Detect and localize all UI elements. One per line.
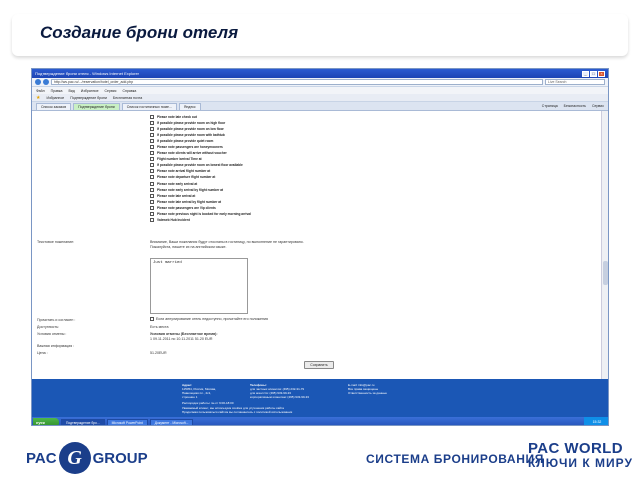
start-button[interactable]: пуск: [33, 417, 59, 425]
menu-view[interactable]: Вид: [68, 89, 74, 93]
checkbox[interactable]: [150, 181, 154, 186]
checkbox[interactable]: [150, 217, 154, 222]
wishes-textarea[interactable]: Just married: [150, 258, 248, 314]
checkbox[interactable]: [150, 127, 154, 132]
address-bar: http://ws.pac.ru/.../reservation/hotel_o…: [32, 78, 608, 87]
tab-yandex[interactable]: Яндекс: [178, 103, 201, 110]
agree-row[interactable]: Если аннулирование отель недоступно, про…: [150, 317, 268, 321]
wishes-label: Текстовое пожелание:: [37, 240, 75, 244]
checkbox[interactable]: [150, 139, 154, 144]
availability-value: Есть места: [150, 325, 169, 329]
g-logo-icon: G: [58, 442, 91, 474]
tool-security[interactable]: Безопасность: [564, 103, 586, 110]
site-footer: Адрес: 115054, Россия, Москва, Павелецка…: [32, 379, 608, 417]
taskbar-item[interactable]: Microsoft PowerPoint: [106, 418, 148, 425]
footer-phones: Телефоны: для частных клиентов: (495) 23…: [250, 383, 309, 399]
slide-title: Создание брони отеля: [40, 23, 239, 42]
system-tagline: СИСТЕМА БРОНИРОВАНИЯ: [366, 452, 544, 466]
address-input[interactable]: http://ws.pac.ru/.../reservation/hotel_o…: [51, 79, 543, 85]
back-icon[interactable]: [35, 79, 41, 85]
wishes-checkbox-list: Please note late check out If possible p…: [150, 114, 251, 223]
availability-label: Доступность:: [37, 325, 59, 329]
wishes-note: Внимание, Ваши пожелания будут отосланы …: [150, 240, 304, 244]
menu-file[interactable]: Файл: [36, 89, 45, 93]
pac-group-logo: PAC G GROUP: [26, 441, 148, 475]
price-value: 51.20EUR: [150, 351, 167, 355]
footer-address: Адрес: 115054, Россия, Москва, Павелецка…: [182, 383, 217, 399]
agree-label: Прочитать и согласен :: [37, 318, 76, 322]
footer-email: E-mail: info@pac.ru Все права защищены О…: [348, 383, 387, 395]
vertical-scrollbar[interactable]: [601, 111, 608, 379]
conditions-title: Условия отмены (Бесплатное время):: [150, 332, 218, 336]
tab-rooms[interactable]: Список гостиничных номе...: [121, 103, 177, 110]
forward-icon[interactable]: [43, 79, 49, 85]
tool-service[interactable]: Сервис: [592, 103, 604, 110]
taskbar: пуск Подтверждение бро... Microsoft Powe…: [32, 417, 608, 425]
menu-help[interactable]: Справка: [123, 89, 137, 93]
favorites-bar: ★ Избранное Подтверждение брони Бесплатн…: [32, 94, 608, 102]
checkbox[interactable]: [150, 187, 154, 192]
tab-orders[interactable]: Список заказов: [36, 103, 72, 110]
checkbox[interactable]: [150, 193, 154, 198]
checkbox[interactable]: [150, 175, 154, 180]
star-icon[interactable]: ★: [36, 95, 40, 101]
save-button[interactable]: Сохранить: [304, 361, 334, 369]
fav-item[interactable]: Бесплатная почта: [113, 96, 142, 100]
close-button[interactable]: ×: [598, 70, 605, 77]
checkbox[interactable]: [150, 199, 154, 204]
conditions-value: 1 09.11.2011 по 10.11.2011 51.20 EUR: [150, 337, 213, 341]
search-input[interactable]: Live Search: [545, 79, 605, 85]
browser-window: Подтверждение брони отеля - Windows Inte…: [31, 68, 609, 426]
window-titlebar[interactable]: Подтверждение брони отеля - Windows Inte…: [32, 69, 608, 78]
taskbar-item[interactable]: Документ - Microsoft...: [149, 418, 194, 425]
maximize-button[interactable]: □: [590, 70, 597, 77]
agree-text: Если аннулирование отель недоступно, про…: [156, 317, 268, 321]
checkbox[interactable]: [150, 145, 154, 150]
wishes-note-2: Пожалуйста, пишите их на английском язык…: [150, 245, 227, 249]
checkbox[interactable]: [150, 133, 154, 138]
menu-tools[interactable]: Сервис: [105, 89, 117, 93]
checkbox[interactable]: [150, 205, 154, 210]
checkbox[interactable]: [150, 163, 154, 168]
menu-edit[interactable]: Правка: [51, 89, 63, 93]
tab-bar: Список заказов Подтверждение брони Списо…: [32, 102, 608, 111]
agree-checkbox[interactable]: [150, 317, 154, 321]
checkbox[interactable]: [150, 157, 154, 162]
fav-item[interactable]: Избранное: [46, 96, 64, 100]
tab-confirmation[interactable]: Подтверждение брони: [73, 103, 120, 110]
scroll-thumb[interactable]: [603, 261, 608, 285]
footer-legal-2: Продолжая пользоваться сайтом вы соглаша…: [182, 410, 293, 414]
menu-favorites[interactable]: Избранное: [81, 89, 99, 93]
checkbox[interactable]: [150, 151, 154, 156]
window-title: Подтверждение брони отеля - Windows Inte…: [35, 71, 139, 76]
fav-item[interactable]: Подтверждение брони: [70, 96, 107, 100]
footer-hours: Распорядок работы: пн-пт 9:00-18:00: [182, 401, 234, 405]
tool-page[interactable]: Страница: [542, 103, 558, 110]
checkbox[interactable]: [150, 121, 154, 126]
price-label: Цена :: [37, 351, 48, 355]
checkbox[interactable]: [150, 169, 154, 174]
clock: 15:32: [584, 417, 608, 425]
taskbar-item[interactable]: Подтверждение бро...: [61, 418, 105, 425]
page-content: Please note late check out If possible p…: [32, 111, 602, 379]
extra-label: Важная информация :: [37, 344, 75, 348]
checkbox[interactable]: [150, 115, 154, 120]
minimize-button[interactable]: _: [582, 70, 589, 77]
checkbox[interactable]: [150, 211, 154, 216]
list-item[interactable]: Valeweb Hub Incident: [150, 217, 251, 223]
menu-bar: Файл Правка Вид Избранное Сервис Справка: [32, 87, 608, 94]
pac-world-logo: PAC WORLD КЛЮЧИ К МИРУ: [528, 440, 633, 470]
conditions-label: Условия отмены :: [37, 332, 67, 336]
